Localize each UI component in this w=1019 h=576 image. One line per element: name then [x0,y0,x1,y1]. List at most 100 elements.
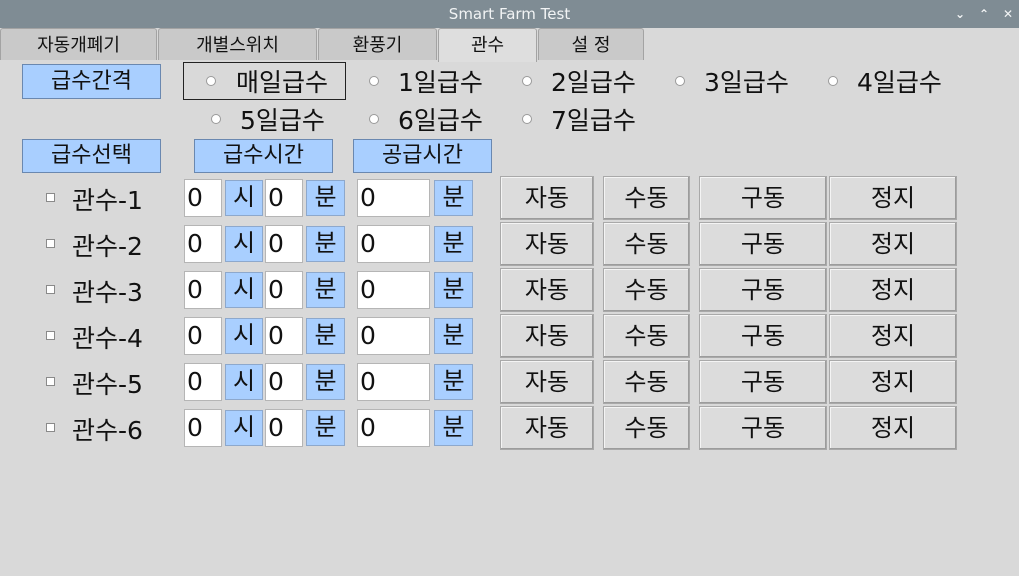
supply-time-input[interactable]: 0 [357,317,430,355]
stop-button[interactable]: 정지 [829,176,957,220]
auto-button[interactable]: 자동 [500,222,594,266]
manual-button[interactable]: 수동 [603,268,690,312]
minute-input[interactable]: 0 [265,363,303,401]
supply-time-input[interactable]: 0 [357,271,430,309]
row-checkbox[interactable] [46,423,55,432]
maximize-icon[interactable]: ⌃ [973,0,995,28]
tab-bar: 자동개폐기 개별스위치 환풍기 관수 설 정 [0,28,1019,62]
row-label: 관수-4 [72,324,143,353]
run-button[interactable]: 구동 [699,406,827,450]
supply-header-button[interactable]: 공급시간 [353,139,492,173]
hour-input[interactable]: 0 [184,271,222,309]
manual-button[interactable]: 수동 [603,314,690,358]
stop-button[interactable]: 정지 [829,268,957,312]
minute-unit-button[interactable]: 분 [306,318,345,354]
stop-button[interactable]: 정지 [829,314,957,358]
title-bar: Smart Farm Test [0,0,1019,28]
manual-button[interactable]: 수동 [603,406,690,450]
row-label: 관수-5 [72,370,143,399]
radio-6day[interactable] [369,114,379,124]
stop-button[interactable]: 정지 [829,406,957,450]
row-checkbox[interactable] [46,239,55,248]
minute-unit-button[interactable]: 분 [306,364,345,400]
hour-unit-button[interactable]: 시 [225,180,263,216]
minute-unit-button[interactable]: 분 [306,180,345,216]
run-button[interactable]: 구동 [699,176,827,220]
hour-unit-button[interactable]: 시 [225,410,263,446]
minute-input[interactable]: 0 [265,225,303,263]
row-checkbox[interactable] [46,285,55,294]
select-header-button[interactable]: 급수선택 [22,139,161,173]
tab-irrigation[interactable]: 관수 [438,28,537,62]
radio-1day[interactable] [369,76,379,86]
radio-3day[interactable] [675,76,685,86]
minute-unit-button[interactable]: 분 [306,272,345,308]
minute-input[interactable]: 0 [265,409,303,447]
close-icon[interactable]: ✕ [997,0,1019,28]
manual-button[interactable]: 수동 [603,360,690,404]
supply-unit-button[interactable]: 분 [434,226,473,262]
stop-button[interactable]: 정지 [829,360,957,404]
radio-7day[interactable] [522,114,532,124]
stop-button[interactable]: 정지 [829,222,957,266]
minute-unit-button[interactable]: 분 [306,226,345,262]
supply-unit-button[interactable]: 분 [434,364,473,400]
row-label: 관수-1 [72,186,143,215]
manual-button[interactable]: 수동 [603,222,690,266]
auto-button[interactable]: 자동 [500,314,594,358]
manual-button[interactable]: 수동 [603,176,690,220]
run-button[interactable]: 구동 [699,314,827,358]
supply-time-input[interactable]: 0 [357,409,430,447]
supply-unit-button[interactable]: 분 [434,410,473,446]
interval-button[interactable]: 급수간격 [22,64,161,99]
auto-button[interactable]: 자동 [500,360,594,404]
row-checkbox[interactable] [46,331,55,340]
supply-unit-button[interactable]: 분 [434,272,473,308]
hour-input[interactable]: 0 [184,225,222,263]
radio-label-7day: 7일급수 [551,106,636,135]
radio-label-2day: 2일급수 [551,68,636,97]
hour-input[interactable]: 0 [184,409,222,447]
auto-button[interactable]: 자동 [500,176,594,220]
row-label: 관수-6 [72,416,143,445]
row-label: 관수-3 [72,278,143,307]
radio-label-4day: 4일급수 [857,68,942,97]
run-button[interactable]: 구동 [699,268,827,312]
supply-time-input[interactable]: 0 [357,363,430,401]
radio-2day[interactable] [522,76,532,86]
row-checkbox[interactable] [46,193,55,202]
minimize-icon[interactable]: ⌄ [949,0,971,28]
tab-individual-switch[interactable]: 개별스위치 [158,28,317,60]
supply-unit-button[interactable]: 분 [434,180,473,216]
time-header-button[interactable]: 급수시간 [194,139,333,173]
hour-unit-button[interactable]: 시 [225,364,263,400]
radio-4day[interactable] [828,76,838,86]
radio-label-5day: 5일급수 [240,106,325,135]
hour-unit-button[interactable]: 시 [225,272,263,308]
minute-input[interactable]: 0 [265,271,303,309]
radio-label-daily: 매일급수 [236,68,329,97]
hour-input[interactable]: 0 [184,363,222,401]
supply-unit-button[interactable]: 분 [434,318,473,354]
tab-ventilation-fan[interactable]: 환풍기 [318,28,437,60]
supply-time-input[interactable]: 0 [357,179,430,217]
hour-unit-button[interactable]: 시 [225,318,263,354]
supply-time-input[interactable]: 0 [357,225,430,263]
minute-input[interactable]: 0 [265,179,303,217]
auto-button[interactable]: 자동 [500,268,594,312]
window-title: Smart Farm Test [448,5,571,23]
auto-button[interactable]: 자동 [500,406,594,450]
tab-settings[interactable]: 설 정 [538,28,644,60]
row-label: 관수-2 [72,232,143,261]
hour-input[interactable]: 0 [184,317,222,355]
run-button[interactable]: 구동 [699,360,827,404]
tab-auto-opener[interactable]: 자동개폐기 [0,28,157,60]
row-checkbox[interactable] [46,377,55,386]
hour-unit-button[interactable]: 시 [225,226,263,262]
run-button[interactable]: 구동 [699,222,827,266]
radio-5day[interactable] [211,114,221,124]
minute-unit-button[interactable]: 분 [306,410,345,446]
radio-daily[interactable] [206,76,216,86]
hour-input[interactable]: 0 [184,179,222,217]
minute-input[interactable]: 0 [265,317,303,355]
